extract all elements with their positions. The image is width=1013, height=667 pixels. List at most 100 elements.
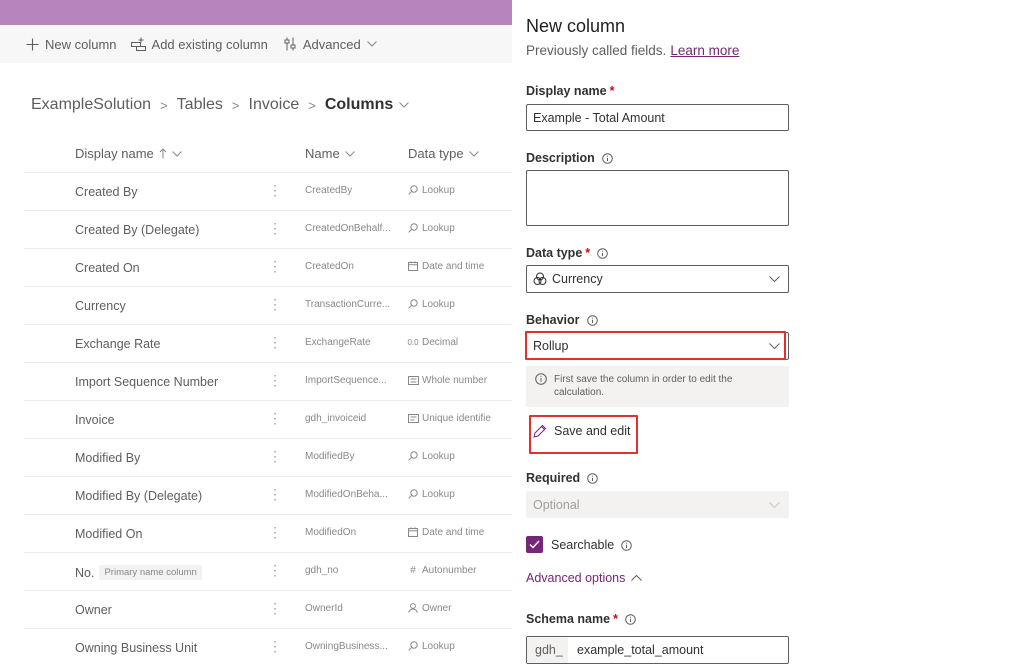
table-row[interactable]: Modified On ⋮ ModifiedOn Date and time: [24, 514, 512, 552]
table-row[interactable]: Modified By ⋮ ModifiedBy Lookup: [24, 438, 512, 476]
advanced-command[interactable]: Advanced: [282, 36, 377, 52]
info-icon[interactable]: [621, 539, 633, 551]
description-textarea[interactable]: [526, 170, 789, 226]
row-data-type-text: Decimal: [422, 336, 459, 348]
schema-name-input[interactable]: gdh_ example_total_amount: [526, 636, 789, 664]
schema-name-value: example_total_amount: [577, 643, 704, 657]
breadcrumb-columns[interactable]: Columns: [325, 96, 393, 114]
column-header-display-name[interactable]: Display name: [75, 146, 182, 161]
table-row[interactable]: Invoice ⋮ gdh_invoiceid Unique identifie: [24, 400, 512, 438]
row-display-name[interactable]: Created By (Delegate): [75, 223, 199, 237]
row-data-type: Date and time: [407, 260, 511, 272]
save-and-edit-button[interactable]: Save and edit: [533, 424, 630, 438]
row-display-name[interactable]: Modified On: [75, 527, 142, 541]
table-row[interactable]: Owning Business Unit ⋮ OwningBusiness... Lo…: [24, 628, 512, 666]
description-label-text: Description: [526, 151, 595, 165]
row-data-type: Lookup: [407, 222, 511, 234]
row-display-name[interactable]: Modified By: [75, 451, 140, 465]
row-display-name[interactable]: Import Sequence Number: [75, 375, 218, 389]
more-options-icon[interactable]: ⋮: [268, 220, 282, 237]
more-options-icon[interactable]: ⋮: [268, 372, 282, 389]
columns-table-body: Created By ⋮ CreatedBy Lookup Created By (De…: [24, 172, 512, 666]
add-existing-column-command[interactable]: Add existing column: [131, 36, 268, 52]
new-column-command[interactable]: New column: [24, 36, 117, 52]
table-row[interactable]: Created By (Delegate) ⋮ CreatedOnBehalf...…: [24, 210, 512, 248]
more-options-icon[interactable]: ⋮: [268, 448, 282, 465]
row-display-name[interactable]: Exchange Rate: [75, 337, 160, 351]
learn-more-link[interactable]: Learn more: [670, 43, 739, 58]
row-display-name[interactable]: Currency: [75, 299, 126, 313]
more-options-icon[interactable]: ⋮: [268, 562, 282, 579]
chevron-down-icon: [171, 150, 182, 157]
table-row[interactable]: Created On ⋮ CreatedOn Date and time: [24, 248, 512, 286]
chevron-down-icon[interactable]: [399, 102, 410, 108]
chevron-down-icon: [366, 41, 377, 47]
row-display-name[interactable]: Modified By (Delegate): [75, 489, 202, 503]
behavior-label: Behavior: [526, 313, 598, 327]
row-schema-name: ModifiedOnBeha...: [305, 489, 388, 500]
search-icon: [407, 222, 419, 234]
table-row[interactable]: Exchange Rate ⋮ ExchangeRate 0.0 Decimal: [24, 324, 512, 362]
row-display-name[interactable]: No. Primary name column: [75, 565, 202, 580]
row-display-name-text: Modified By (Delegate): [75, 489, 203, 503]
required-asterisk: *: [585, 246, 591, 260]
more-options-icon[interactable]: ⋮: [268, 334, 282, 351]
row-data-type: Lookup: [407, 450, 511, 462]
info-icon[interactable]: [625, 613, 636, 625]
row-display-name-text: Exchange Rate: [75, 337, 161, 351]
required-label-text: Required: [526, 471, 581, 485]
more-options-icon[interactable]: ⋮: [268, 296, 282, 313]
decimal-icon: 0.0: [407, 337, 419, 347]
row-schema-name: ModifiedBy: [305, 451, 355, 462]
table-row[interactable]: Created By ⋮ CreatedBy Lookup: [24, 172, 512, 210]
column-header-name[interactable]: Name: [305, 146, 355, 161]
advanced-options-toggle[interactable]: Advanced options: [526, 571, 643, 585]
table-row[interactable]: Modified By (Delegate) ⋮ ModifiedOnBeha...…: [24, 476, 512, 514]
info-icon[interactable]: [586, 314, 598, 326]
breadcrumb: ExampleSolution > Tables > Invoice > Col…: [31, 96, 410, 114]
table-row[interactable]: Currency ⋮ TransactionCurre... Lookup: [24, 286, 512, 324]
more-options-icon[interactable]: ⋮: [268, 600, 282, 617]
more-options-icon[interactable]: ⋮: [268, 638, 282, 655]
table-row[interactable]: Import Sequence Number ⋮ ImportSequence...…: [24, 362, 512, 400]
breadcrumb-solution[interactable]: ExampleSolution: [31, 96, 151, 114]
more-options-icon[interactable]: ⋮: [268, 524, 282, 541]
behavior-dropdown[interactable]: Rollup: [526, 332, 789, 360]
schema-name-label-text: Schema name: [526, 612, 611, 626]
row-display-name-text: No.: [75, 565, 95, 580]
row-display-name-text: Import Sequence Number: [75, 375, 219, 389]
required-dropdown[interactable]: Optional: [526, 491, 789, 518]
behavior-info-message: First save the column in order to edit t…: [526, 366, 789, 407]
more-options-icon[interactable]: ⋮: [268, 410, 282, 427]
info-icon[interactable]: [601, 152, 613, 164]
row-schema-name: OwningBusiness...: [305, 641, 388, 652]
info-icon[interactable]: [587, 472, 598, 484]
row-schema-name: CreatedBy: [305, 185, 353, 196]
row-data-type: Lookup: [407, 488, 511, 500]
breadcrumb-tables[interactable]: Tables: [177, 96, 223, 114]
table-row[interactable]: No. Primary name column ⋮ gdh_no # Autonumber: [24, 552, 512, 590]
row-data-type: Lookup: [407, 640, 511, 652]
required-value: Optional: [533, 497, 580, 512]
row-display-name-text: Invoice: [75, 413, 115, 427]
table-row[interactable]: Owner ⋮ OwnerId Owner: [24, 590, 512, 628]
row-data-type-text: Date and time: [422, 260, 485, 272]
row-display-name-text: Modified On: [75, 527, 143, 541]
more-options-icon[interactable]: ⋮: [268, 486, 282, 503]
searchable-checkbox[interactable]: [526, 536, 543, 553]
data-type-dropdown[interactable]: Currency: [526, 265, 789, 293]
more-options-icon[interactable]: ⋮: [268, 258, 282, 275]
row-display-name[interactable]: Created On: [75, 261, 140, 275]
more-options-icon[interactable]: ⋮: [268, 182, 282, 199]
search-icon: [407, 184, 419, 196]
row-data-type-text: Lookup: [422, 488, 455, 500]
row-display-name[interactable]: Owner: [75, 603, 112, 617]
breadcrumb-invoice[interactable]: Invoice: [249, 96, 300, 114]
row-display-name[interactable]: Created By: [75, 185, 138, 199]
row-display-name[interactable]: Owning Business Unit: [75, 641, 197, 655]
display-name-input[interactable]: Example - Total Amount: [526, 104, 789, 131]
column-header-data-type[interactable]: Data type: [408, 146, 479, 161]
info-icon[interactable]: [597, 247, 608, 259]
plus-icon: [24, 36, 40, 52]
row-display-name[interactable]: Invoice: [75, 413, 115, 427]
